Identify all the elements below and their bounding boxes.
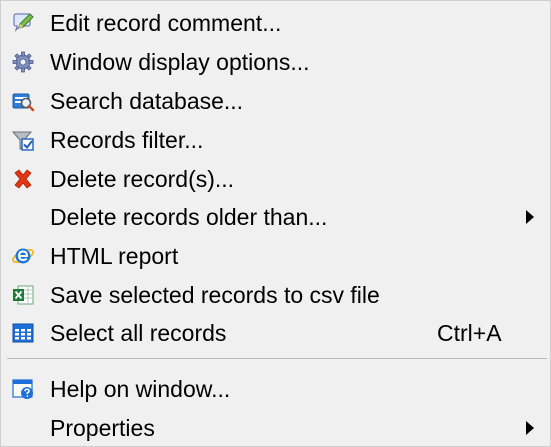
menu-item-properties[interactable]: Properties: [1, 409, 550, 447]
menu-item-label: Window display options...: [50, 49, 310, 75]
menu-separator: [7, 358, 547, 359]
menu-item-label: Select all records: [50, 320, 227, 346]
help-window-icon: [11, 377, 35, 401]
menu-item-delete-records[interactable]: Delete record(s)...: [1, 160, 550, 198]
menu-item-select-all-records[interactable]: Select all records Ctrl+A: [1, 314, 550, 352]
menu-item-edit-record-comment[interactable]: Edit record comment...: [1, 4, 550, 42]
menu-item-label: Properties: [50, 415, 155, 441]
search-icon: [11, 89, 35, 113]
excel-icon: [11, 283, 35, 307]
table-grid-icon: [11, 321, 35, 345]
menu-item-html-report[interactable]: HTML report: [1, 237, 550, 275]
menu-item-search-database[interactable]: Search database...: [1, 82, 550, 120]
menu-item-label: Edit record comment...: [50, 10, 282, 36]
menu-item-help-on-window[interactable]: Help on window...: [1, 370, 550, 408]
menu-item-label: Save selected records to csv file: [50, 282, 380, 308]
menu-item-records-filter[interactable]: Records filter...: [1, 121, 550, 159]
filter-icon: [11, 128, 35, 152]
submenu-arrow-icon: [526, 210, 534, 224]
edit-comment-icon: [11, 11, 35, 35]
context-menu: Edit record comment... Window display op…: [0, 0, 551, 447]
menu-item-delete-records-older-than[interactable]: Delete records older than...: [1, 198, 550, 236]
menu-item-label: Delete record(s)...: [50, 166, 235, 192]
menu-item-label: HTML report: [50, 243, 179, 269]
menu-item-label: Delete records older than...: [50, 204, 328, 230]
delete-icon: [11, 167, 35, 191]
menu-item-save-csv[interactable]: Save selected records to csv file: [1, 276, 550, 314]
shortcut-label: Ctrl+A: [437, 320, 502, 346]
menu-item-label: Help on window...: [50, 376, 231, 402]
gear-icon: [11, 50, 35, 74]
menu-item-label: Records filter...: [50, 127, 204, 153]
internet-explorer-icon: [11, 244, 35, 268]
submenu-arrow-icon: [526, 421, 534, 435]
menu-item-window-display-options[interactable]: Window display options...: [1, 43, 550, 81]
menu-item-label: Search database...: [50, 88, 244, 114]
